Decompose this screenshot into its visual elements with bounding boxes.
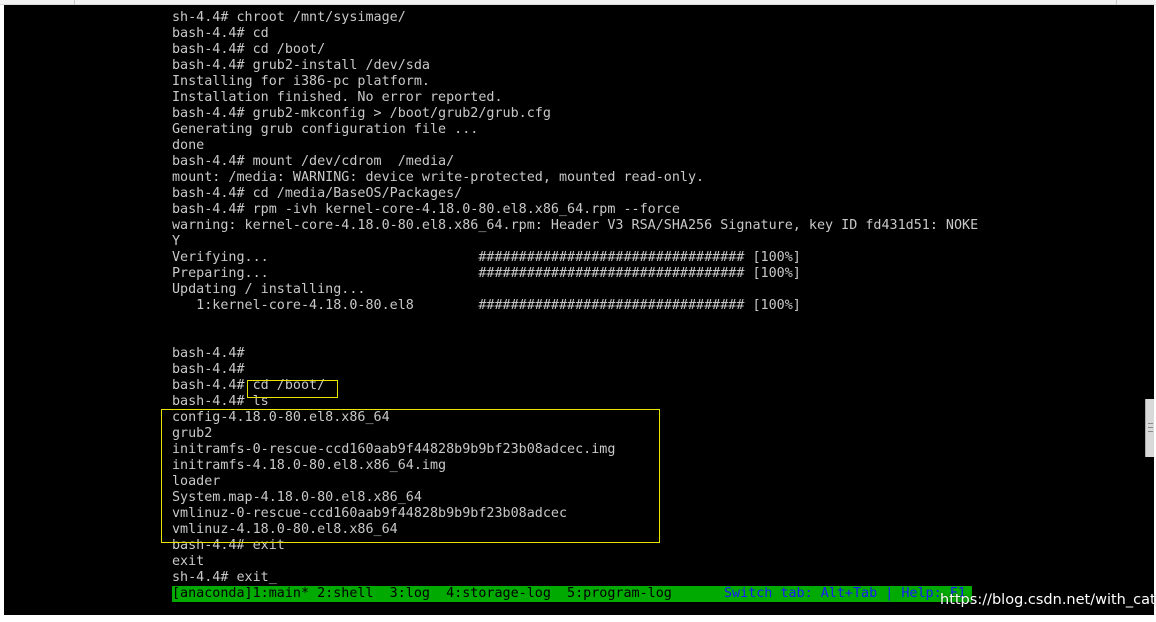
terminal-line: Installation finished. No error reported…: [172, 90, 503, 105]
screenshot-frame: sh-4.4# chroot /mnt/sysimage/ bash-4.4# …: [0, 0, 1156, 622]
terminal-line: bash-4.4# cd /boot/: [172, 42, 326, 57]
terminal-line: loader: [172, 474, 221, 489]
scrollbar-grip[interactable]: [1145, 399, 1154, 457]
terminal-line: Updating / installing...: [172, 282, 366, 297]
terminal-line: bash-4.4# grub2-mkconfig > /boot/grub2/g…: [172, 106, 551, 121]
terminal-line: Installing for i386-pc platform.: [172, 74, 430, 89]
terminal-line: initramfs-0-rescue-ccd160aab9f44828b9b9b…: [172, 442, 616, 457]
terminal-line: bash-4.4# cd /media/BaseOS/Packages/: [172, 186, 463, 201]
terminal-line: bash-4.4# cd: [172, 26, 269, 41]
terminal-line: 1:kernel-core-4.18.0-80.el8 ############…: [172, 298, 801, 313]
terminal-line: sh-4.4# exit_: [172, 570, 277, 585]
terminal-line: vmlinuz-4.18.0-80.el8.x86_64: [172, 522, 398, 537]
terminal-line: Verifying... ###########################…: [172, 250, 801, 265]
grip-notch-icon: [1148, 427, 1153, 428]
status-help-hint: Switch tab: Alt+Tab | Help: F1: [724, 586, 966, 601]
terminal-line: Preparing... ###########################…: [172, 266, 801, 281]
terminal-line: grub2: [172, 426, 213, 441]
terminal-console[interactable]: sh-4.4# chroot /mnt/sysimage/ bash-4.4# …: [4, 5, 1154, 615]
terminal-line: config-4.18.0-80.el8.x86_64: [172, 410, 390, 425]
window-bottom-edge: [0, 615, 1156, 622]
terminal-line: bash-4.4# exit: [172, 538, 285, 553]
terminal-line: bash-4.4# grub2-install /dev/sda: [172, 58, 430, 73]
terminal-line: initramfs-4.18.0-80.el8.x86_64.img: [172, 458, 447, 473]
watermark-text: https://blog.csdn.net/with_cat: [940, 592, 1156, 608]
terminal-line: bash-4.4# cd /boot/: [172, 378, 326, 393]
terminal-line: bash-4.4# mount /dev/cdrom /media/: [172, 154, 455, 169]
terminal-line: warning: kernel-core-4.18.0-80.el8.x86_6…: [172, 218, 979, 233]
terminal-output: sh-4.4# chroot /mnt/sysimage/ bash-4.4# …: [172, 10, 978, 586]
terminal-line: bash-4.4#: [172, 362, 245, 377]
terminal-line: sh-4.4# chroot /mnt/sysimage/: [172, 10, 406, 25]
grip-notch-icon: [1148, 431, 1153, 432]
grip-notch-icon: [1148, 423, 1153, 424]
status-tabs: [anaconda]1:main* 2:shell 3:log 4:storag…: [172, 586, 672, 601]
terminal-line: vmlinuz-0-rescue-ccd160aab9f44828b9b9bf2…: [172, 506, 568, 521]
terminal-line: Y: [172, 234, 181, 249]
terminal-line: System.map-4.18.0-80.el8.x86_64: [172, 490, 422, 505]
terminal-line: bash-4.4# ls: [172, 394, 269, 409]
terminal-line: done: [172, 138, 205, 153]
terminal-line: bash-4.4#: [172, 346, 245, 361]
terminal-line: mount: /media: WARNING: device write-pro…: [172, 170, 705, 185]
terminal-line: exit: [172, 554, 205, 569]
tmux-status-bar: [anaconda]1:main* 2:shell 3:log 4:storag…: [172, 586, 972, 602]
terminal-line: bash-4.4# rpm -ivh kernel-core-4.18.0-80…: [172, 202, 680, 217]
terminal-line: Generating grub configuration file ...: [172, 122, 479, 137]
